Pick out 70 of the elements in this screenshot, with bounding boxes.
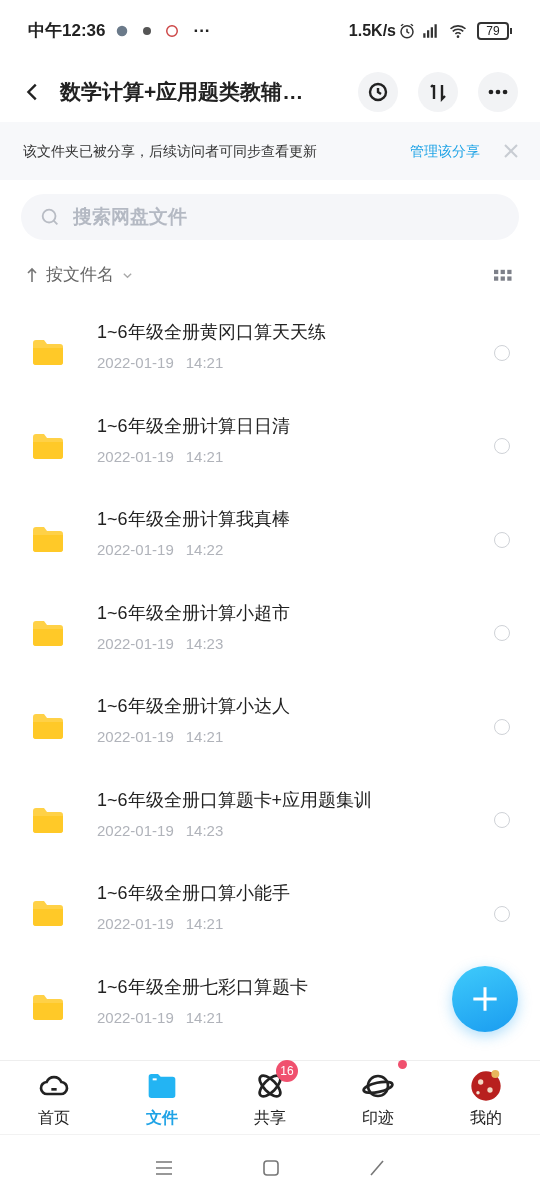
history-icon (366, 80, 390, 104)
nav-tab[interactable]: 我的 (432, 1058, 540, 1130)
grid-view-button[interactable] (494, 268, 512, 282)
modified-time: 14:23 (185, 820, 224, 841)
nav-tab[interactable]: 印迹 (324, 1058, 432, 1130)
modified-date: 2022-01-19 (97, 1007, 174, 1028)
folder-name: 1~6年级全册计算日日清 (97, 414, 291, 438)
modified-date: 2022-01-19 (97, 914, 174, 934)
folder-name: 1~6年级全册口算题卡+应用题集训 (97, 788, 374, 812)
app-notification-icon (115, 24, 130, 38)
folder-name: 1~6年级全册七彩口算题卡 (97, 975, 309, 999)
modified-time: 14:23 (185, 633, 224, 654)
folder-name: 1~6年级全册口算小能手 (97, 882, 291, 905)
nav-tab[interactable]: 首页 (0, 1058, 108, 1130)
nav-tab[interactable]: 16 共享 (216, 1058, 324, 1130)
modified-time: 14:21 (185, 727, 224, 747)
folder-row[interactable]: 1~6年级全册黄冈口算天天练 2022-01-19 14:21 (0, 306, 540, 400)
folder-icon (32, 806, 64, 834)
modified-date: 2022-01-19 (97, 820, 174, 841)
search-field[interactable]: 搜索网盘文件 (21, 194, 519, 240)
folder-icon (32, 432, 64, 460)
folder-row[interactable]: 1~6年级全册计算日日清 2022-01-19 14:21 (0, 399, 540, 493)
folder-icon (32, 339, 64, 367)
folder-row[interactable]: 1~6年级全册口算题卡+应用题集训 2022-01-19 14:23 (0, 773, 540, 867)
status-time: 中午12:36 (28, 20, 106, 43)
folder-row[interactable]: 1~6年级全册计算我真棒 2022-01-19 14:22 (0, 493, 540, 587)
battery-level: 79 (477, 22, 509, 40)
modified-date: 2022-01-19 (97, 727, 174, 747)
search-icon (39, 206, 61, 228)
folder-icon (32, 900, 64, 928)
history-button[interactable] (358, 72, 398, 112)
modified-time: 14:21 (185, 914, 224, 934)
app-notification-icon (141, 25, 154, 37)
folder-name: 1~6年级全册黄冈口算天天练 (97, 321, 327, 344)
folder-icon (32, 619, 64, 647)
share-notice: 该文件夹已被分享，后续访问者可同步查看更新 (23, 141, 317, 161)
folder-icon (32, 526, 64, 554)
modified-time: 14:21 (185, 1007, 224, 1028)
folder-row[interactable]: 1~6年级全册七彩口算题卡 2022-01-19 14:21 (0, 960, 540, 1054)
modified-date: 2022-01-19 (97, 446, 174, 467)
more-notifications-text: ··· (193, 20, 211, 43)
home-icon[interactable] (263, 1159, 279, 1176)
folder-name: 1~6年级全册计算小超市 (97, 601, 291, 625)
alarm-icon (398, 22, 416, 40)
up-arrow-icon (26, 267, 38, 283)
sort-order-button[interactable] (418, 72, 458, 112)
folder-row[interactable]: 1~6年级全册计算小超市 2022-01-19 14:23 (0, 586, 540, 680)
modified-time: 14:21 (185, 446, 224, 467)
close-button[interactable] (504, 144, 518, 158)
modified-date: 2022-01-19 (97, 633, 174, 654)
wifi-icon (447, 22, 469, 40)
folder-name: 1~6年级全册计算小达人 (97, 695, 291, 718)
more-button[interactable] (478, 72, 518, 112)
folder-title: 数学计算+应用题类教辅… (60, 79, 304, 106)
folder-icon (32, 993, 64, 1021)
modified-time: 14:22 (185, 540, 224, 560)
add-button[interactable] (452, 966, 518, 1032)
notification-badge: 16 (276, 1060, 298, 1082)
modified-date: 2022-01-19 (97, 540, 174, 560)
folder-name: 1~6年级全册计算我真棒 (97, 508, 291, 531)
sort-by-name-button[interactable]: 按文件名 (26, 262, 133, 288)
menu-icon[interactable] (155, 1159, 173, 1176)
more-icon (488, 89, 508, 95)
modified-time: 14:21 (185, 353, 224, 373)
folder-row[interactable]: 1~6年级全册计算小达人 2022-01-19 14:21 (0, 680, 540, 774)
modified-date: 2022-01-19 (97, 353, 174, 373)
folder-row[interactable]: 1~6年级全册口算小能手 2022-01-19 14:21 (0, 867, 540, 961)
network-speed: 1.5K/s (348, 21, 396, 41)
plus-icon (471, 985, 499, 1013)
folder-icon (32, 713, 64, 741)
